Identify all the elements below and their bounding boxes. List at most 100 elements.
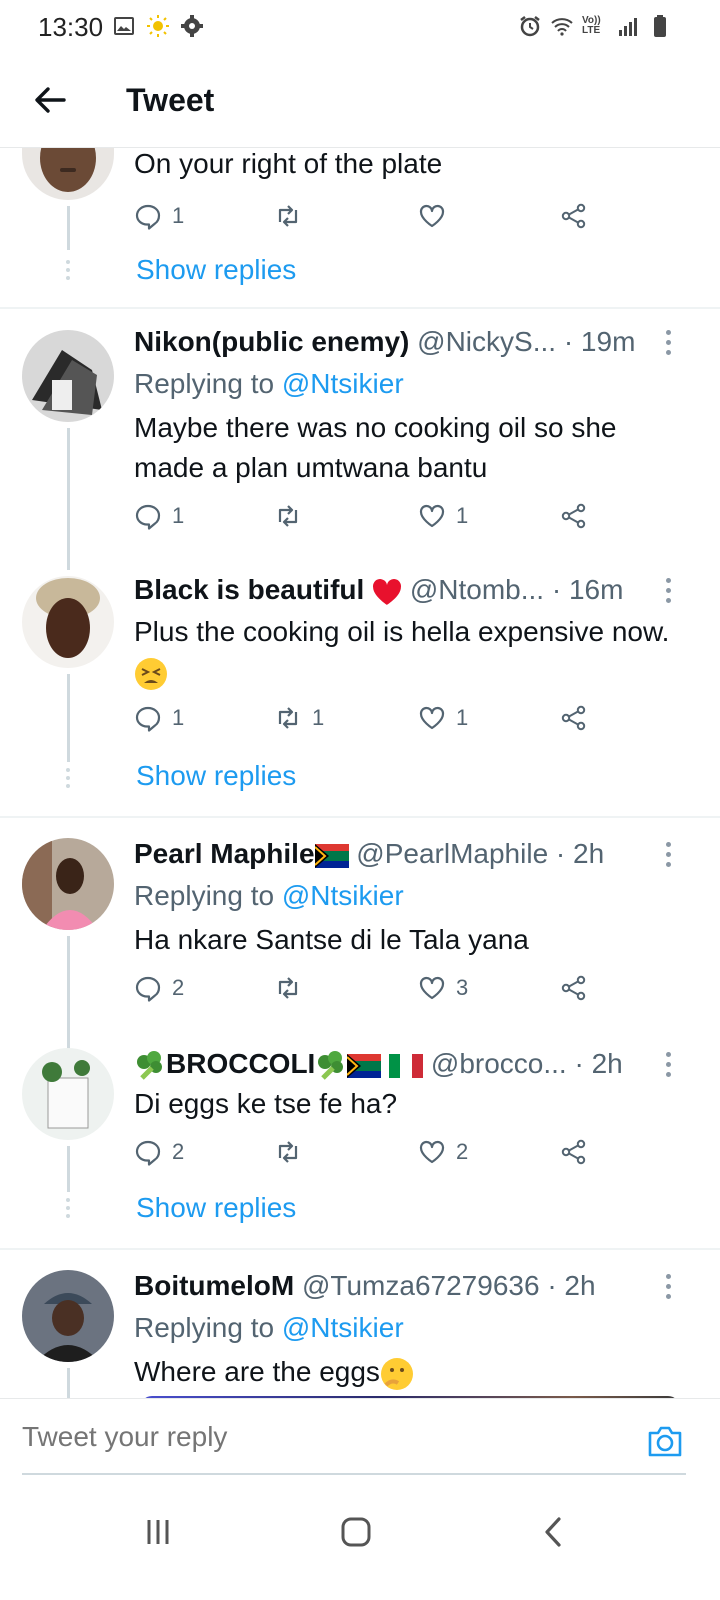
reply-icon	[135, 504, 161, 530]
tweet-time: · 2h	[574, 1048, 623, 1079]
reply-button[interactable]: 2	[134, 1138, 184, 1166]
show-replies-link[interactable]: Show replies	[136, 1192, 296, 1224]
share-button[interactable]	[560, 502, 588, 530]
tweet[interactable]: Nikon(public enemy) @NickyS... · 19m Rep…	[0, 326, 720, 570]
mention-link[interactable]: @Ntsikier	[282, 368, 404, 399]
mention-link[interactable]: @Ntsikier	[282, 880, 404, 911]
author-line: Black is beautiful @Ntomb... · 16m	[134, 574, 623, 606]
tweet[interactable]: BROCCOLI @brocco... · 2h Di eggs ke tse …	[0, 1048, 720, 1248]
author-name[interactable]: Black is beautiful	[134, 574, 364, 605]
android-nav-bar	[0, 1480, 720, 1600]
signal-icon	[619, 18, 637, 36]
reply-icon	[135, 1140, 161, 1166]
author-name[interactable]: BoitumeloM	[134, 1270, 294, 1301]
retweet-button[interactable]	[274, 202, 312, 230]
like-button[interactable]: 1	[418, 704, 468, 732]
composer-underline	[22, 1473, 686, 1475]
tired-face-emoji	[135, 657, 167, 690]
reply-feed[interactable]: On your right of the plate 1 Show replie…	[0, 148, 720, 1426]
share-button[interactable]	[560, 974, 588, 1002]
author-line: Pearl Maphile @PearlMaphile · 2h	[134, 838, 604, 870]
more-options-button[interactable]	[660, 330, 676, 360]
status-bar: 13:30 Vo)) LTE	[0, 0, 720, 56]
retweet-button[interactable]	[274, 502, 312, 530]
reply-input[interactable]	[22, 1421, 582, 1453]
thread-line	[67, 674, 70, 762]
header: Tweet	[0, 56, 720, 148]
back-nav-icon[interactable]	[532, 1510, 576, 1554]
like-button[interactable]: 1	[418, 502, 468, 530]
broccoli-emoji	[318, 1050, 344, 1080]
south-africa-flag-emoji	[347, 1053, 382, 1078]
tweet-text: Where are the eggs	[134, 1352, 694, 1392]
heart-icon	[419, 204, 445, 228]
author-handle[interactable]: @Tumza67279636	[302, 1270, 540, 1301]
thread-line	[67, 206, 70, 250]
share-icon	[561, 705, 586, 731]
author-name[interactable]: Pearl Maphile	[134, 838, 315, 869]
tweet-text-content: Plus the cooking oil is hella expensive …	[134, 616, 670, 647]
mention-link[interactable]: @Ntsikier	[282, 1312, 404, 1343]
tweet-text: Plus the cooking oil is hella expensive …	[134, 612, 694, 692]
show-replies-link[interactable]: Show replies	[136, 254, 296, 286]
avatar[interactable]	[22, 838, 114, 930]
author-name[interactable]: Nikon(public enemy)	[134, 326, 409, 357]
avatar[interactable]	[22, 148, 114, 200]
reply-icon	[135, 706, 161, 732]
tweet[interactable]: Black is beautiful @Ntomb... · 16m Plus …	[0, 574, 720, 816]
reply-composer	[0, 1398, 720, 1478]
retweet-button[interactable]	[274, 974, 312, 1002]
reply-button[interactable]: 2	[134, 974, 184, 1002]
home-icon[interactable]	[334, 1510, 378, 1554]
author-handle[interactable]: @PearlMaphile	[356, 838, 548, 869]
share-button[interactable]	[560, 1138, 588, 1166]
like-button[interactable]	[418, 202, 456, 230]
tweet-actions: 1	[134, 202, 604, 238]
retweet-button[interactable]: 1	[274, 704, 324, 732]
tweet-actions: 1 1 1	[134, 704, 604, 740]
share-icon	[561, 203, 586, 229]
reply-button[interactable]: 1	[134, 704, 184, 732]
more-options-button[interactable]	[660, 842, 676, 872]
author-name[interactable]: BROCCOLI	[166, 1048, 315, 1079]
author-handle[interactable]: @Ntomb...	[410, 574, 544, 605]
italy-flag-emoji	[389, 1053, 424, 1078]
retweet-icon	[278, 205, 298, 227]
show-replies-link[interactable]: Show replies	[136, 760, 296, 792]
wifi-icon	[551, 18, 573, 36]
like-button[interactable]: 2	[418, 1138, 468, 1166]
back-arrow-icon[interactable]	[30, 80, 70, 120]
author-handle[interactable]: @brocco...	[431, 1048, 567, 1079]
divider	[0, 307, 720, 309]
thread-line	[67, 1146, 70, 1192]
avatar[interactable]	[22, 1048, 114, 1140]
tweet-actions: 1 1	[134, 502, 604, 538]
share-button[interactable]	[560, 704, 588, 732]
retweet-button[interactable]	[274, 1138, 312, 1166]
author-handle[interactable]: @NickyS...	[417, 326, 556, 357]
tweet[interactable]: On your right of the plate 1 Show replie…	[0, 148, 720, 308]
replying-to: Replying to @Ntsikier	[134, 368, 404, 400]
more-options-button[interactable]	[660, 1274, 676, 1304]
author-line: BROCCOLI @brocco... · 2h	[134, 1048, 623, 1082]
avatar[interactable]	[22, 1270, 114, 1362]
more-options-button[interactable]	[660, 578, 676, 608]
like-button[interactable]: 3	[418, 974, 468, 1002]
reply-count: 1	[172, 203, 185, 228]
reply-count: 2	[172, 1139, 185, 1164]
share-icon	[561, 503, 586, 529]
camera-icon[interactable]	[646, 1423, 684, 1459]
heart-icon	[419, 706, 445, 730]
reply-button[interactable]: 1	[134, 502, 184, 530]
heart-icon	[419, 1140, 445, 1164]
tweet[interactable]: Pearl Maphile @PearlMaphile · 2h Replyin…	[0, 838, 720, 1050]
recent-apps-icon[interactable]	[136, 1510, 180, 1554]
reply-button[interactable]: 1	[134, 202, 184, 230]
more-options-button[interactable]	[660, 1052, 676, 1082]
avatar[interactable]	[22, 576, 114, 668]
tweet-text-content: Where are the eggs	[134, 1356, 380, 1387]
thread-dots	[66, 260, 70, 284]
share-button[interactable]	[560, 202, 588, 230]
divider	[0, 1248, 720, 1250]
avatar[interactable]	[22, 330, 114, 422]
